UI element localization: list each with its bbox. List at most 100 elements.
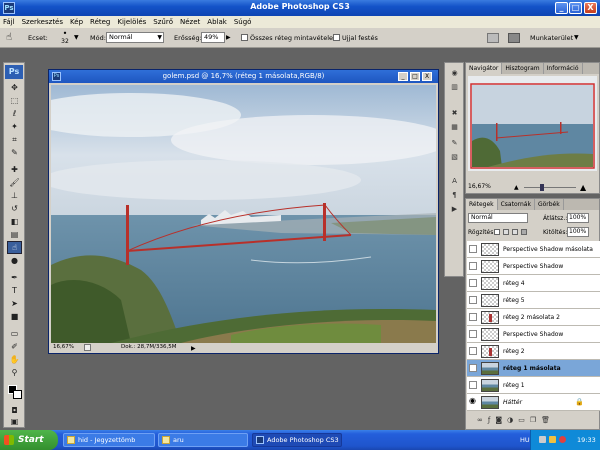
swatches-panel-icon[interactable]: ▦ [448, 121, 461, 133]
zoom-slider-thumb[interactable] [540, 184, 544, 191]
paragraph-panel-icon[interactable]: ¶ [448, 189, 461, 201]
tools-preset-panel-icon[interactable]: ✖ [448, 107, 461, 119]
healing-brush-tool-icon[interactable]: ✚ [7, 163, 22, 176]
menu-filter[interactable]: Szűrő [153, 18, 173, 26]
hand-tool-icon[interactable]: ✋ [7, 353, 22, 366]
menu-help[interactable]: Súgó [234, 18, 252, 26]
layer-visibility-toggle[interactable] [469, 245, 477, 253]
layer-row[interactable]: réteg 4 [467, 275, 600, 292]
background-color-swatch[interactable] [13, 390, 22, 399]
clone-stamp-tool-icon[interactable]: ⊥ [7, 189, 22, 202]
actions-panel-icon[interactable]: ▶ [448, 203, 461, 215]
document-title-bar[interactable]: Ps golem.psd @ 16,7% (réteg 1 másolata,R… [49, 70, 438, 83]
menu-view[interactable]: Nézet [180, 18, 200, 26]
trash-icon[interactable]: 🗑 [541, 416, 550, 424]
styles-panel-icon[interactable]: ▧ [448, 151, 461, 163]
brushes-panel-icon[interactable]: ✎ [448, 137, 461, 149]
tab-curves[interactable]: Görbék [535, 199, 564, 210]
tab-layers[interactable]: Rétegek [466, 199, 498, 210]
opacity-input[interactable]: 100% [567, 213, 589, 223]
menu-window[interactable]: Ablak [207, 18, 227, 26]
navigator-zoom[interactable]: 16,67% [468, 183, 491, 190]
sample-all-layers-checkbox[interactable] [241, 34, 248, 41]
lock-position-icon[interactable] [512, 229, 518, 235]
layer-visibility-toggle[interactable] [469, 296, 477, 304]
document-zoom[interactable]: 16,67% [53, 343, 74, 352]
gradient-tool-icon[interactable]: ▤ [7, 228, 22, 241]
taskbar-item-photoshop[interactable]: Adobe Photoshop CS3 [252, 433, 342, 447]
canvas-image[interactable] [51, 85, 436, 343]
marquee-tool-icon[interactable]: ⬚ [7, 94, 22, 107]
smudge-tool-icon[interactable]: ☝ [7, 241, 22, 254]
lasso-tool-icon[interactable]: ℓ [7, 107, 22, 120]
crop-tool-icon[interactable]: ⌗ [7, 133, 22, 146]
document-minimize-button[interactable]: _ [398, 72, 408, 81]
layer-visibility-toggle[interactable] [469, 364, 477, 372]
layer-visibility-toggle[interactable] [469, 381, 477, 389]
blend-mode-select[interactable]: Normál [468, 213, 528, 223]
finger-painting-checkbox[interactable] [333, 34, 340, 41]
eraser-tool-icon[interactable]: ◧ [7, 215, 22, 228]
layer-visibility-toggle[interactable] [469, 279, 477, 287]
link-layers-icon[interactable]: ∞ [477, 416, 483, 424]
tab-channels[interactable]: Csatornák [498, 199, 535, 210]
eyedropper-tool-icon[interactable]: ✐ [7, 340, 22, 353]
layer-row[interactable]: ◉ Háttér 🔒 [467, 394, 600, 411]
new-layer-icon[interactable]: ❐ [530, 416, 536, 424]
tray-icon[interactable] [559, 436, 566, 443]
layer-row[interactable]: réteg 2 [467, 343, 600, 360]
status-menu-icon[interactable] [84, 344, 91, 351]
layer-row-selected[interactable]: réteg 1 másolata [467, 360, 600, 377]
menu-file[interactable]: Fájl [3, 18, 15, 26]
bridge-icon[interactable] [508, 33, 520, 43]
zoom-tool-icon[interactable]: ⚲ [7, 366, 22, 379]
menu-layer[interactable]: Réteg [90, 18, 110, 26]
tab-navigator[interactable]: Navigátor [466, 63, 503, 74]
path-selection-tool-icon[interactable]: ➤ [7, 297, 22, 310]
type-tool-icon[interactable]: T [7, 284, 22, 297]
start-button[interactable]: Start [0, 430, 58, 450]
character-panel-icon[interactable]: A [448, 175, 461, 187]
minimize-button[interactable]: _ [555, 2, 568, 14]
tab-info[interactable]: Információ [544, 63, 583, 74]
slice-tool-icon[interactable]: ✎ [7, 146, 22, 159]
shape-tool-icon[interactable]: ■ [7, 310, 22, 323]
palette-well-icon[interactable] [487, 33, 499, 43]
document-close-button[interactable]: X [422, 72, 432, 81]
adjustment-layer-icon[interactable]: ◑ [507, 416, 513, 424]
tab-histogram[interactable]: Hisztogram [502, 63, 544, 74]
lock-all-icon[interactable] [521, 229, 527, 235]
eye-icon[interactable]: ◉ [469, 397, 477, 405]
layer-style-icon[interactable]: ƒ [488, 416, 490, 424]
status-arrow-icon[interactable]: ▶ [191, 344, 196, 353]
pen-tool-icon[interactable]: ✒ [7, 271, 22, 284]
menu-edit[interactable]: Szerkesztés [22, 18, 63, 26]
lock-pixels-icon[interactable] [503, 229, 509, 235]
navigator-preview[interactable] [468, 76, 597, 171]
maximize-button[interactable]: □ [569, 2, 582, 14]
tray-icon[interactable] [539, 436, 546, 443]
close-button[interactable]: X [584, 2, 597, 14]
zoom-out-icon[interactable]: ▲ [514, 184, 519, 191]
layer-row[interactable]: Perspective Shadow [467, 258, 600, 275]
notes-tool-icon[interactable]: ▭ [7, 327, 22, 340]
language-indicator[interactable]: HU [520, 436, 530, 444]
magic-wand-tool-icon[interactable]: ✦ [7, 120, 22, 133]
zoom-in-icon[interactable]: ▲ [580, 183, 586, 192]
layer-visibility-toggle[interactable] [469, 347, 477, 355]
layer-mask-icon[interactable]: ◙ [495, 416, 502, 424]
taskbar-item-notepad[interactable]: hid - Jegyzettömb [63, 433, 155, 447]
mode-select[interactable]: Normál ▼ [106, 32, 164, 43]
photoshop-logo-icon[interactable]: Ps [5, 65, 23, 79]
screen-mode-icon[interactable]: ▣ [7, 415, 22, 428]
fill-input[interactable]: 100% [567, 227, 589, 237]
move-tool-icon[interactable]: ✥ [7, 81, 22, 94]
tray-icon[interactable] [549, 436, 556, 443]
layer-row[interactable]: Perspective Shadow [467, 326, 600, 343]
layer-row[interactable]: Perspective Shadow másolata [467, 241, 600, 258]
workspace-button[interactable]: Munkaterület [530, 34, 573, 42]
layer-row[interactable]: réteg 2 másolata 2 [467, 309, 600, 326]
taskbar-item-folder[interactable]: aru [158, 433, 248, 447]
history-brush-tool-icon[interactable]: ↺ [7, 202, 22, 215]
brush-picker[interactable]: • 32 [56, 30, 74, 46]
